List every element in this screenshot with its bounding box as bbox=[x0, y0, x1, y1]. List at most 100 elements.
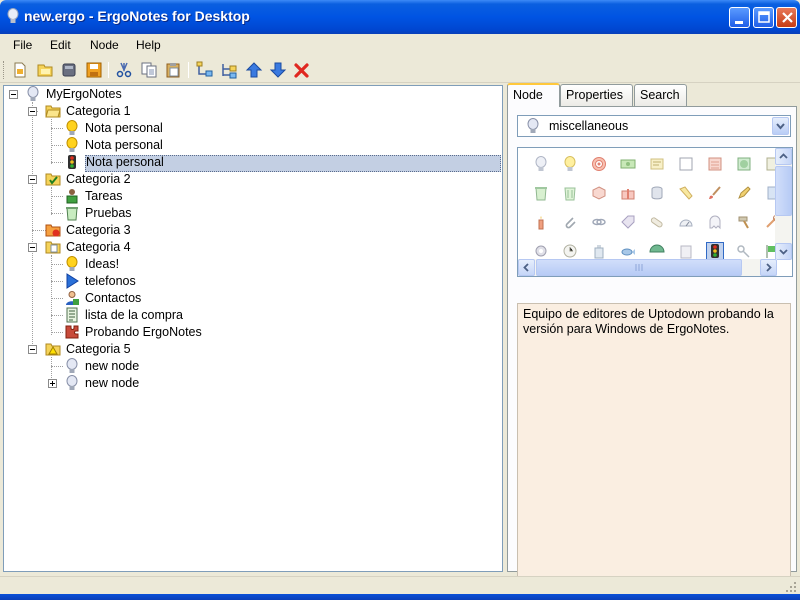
tree-connector bbox=[32, 230, 46, 231]
lightbulb-on-icon[interactable] bbox=[562, 156, 578, 172]
tree-pane[interactable]: MyErgoNotes Categoria 1 Nota personal No… bbox=[3, 85, 503, 572]
blank-icon[interactable] bbox=[678, 156, 694, 172]
globe-icon[interactable] bbox=[736, 156, 752, 172]
tree-connector bbox=[51, 298, 63, 299]
tag-icon[interactable] bbox=[620, 214, 636, 230]
node-description-textarea[interactable]: Equipo de editores de Uptodown probando … bbox=[517, 303, 791, 585]
link-icon[interactable] bbox=[591, 214, 607, 230]
gauge-icon[interactable] bbox=[678, 214, 694, 230]
calendar-icon[interactable] bbox=[707, 156, 723, 172]
icon-picker-vertical-scrollbar[interactable] bbox=[775, 148, 792, 260]
note-icon[interactable] bbox=[649, 156, 665, 172]
toolbar-separator bbox=[188, 62, 189, 78]
expand-toggle[interactable] bbox=[48, 379, 57, 388]
add-child-node-icon[interactable] bbox=[219, 61, 237, 79]
maximize-button[interactable] bbox=[753, 7, 774, 28]
gear-icon[interactable] bbox=[533, 243, 549, 259]
key-icon[interactable] bbox=[736, 243, 752, 259]
bottle-icon[interactable] bbox=[591, 243, 607, 259]
scroll-up-button[interactable] bbox=[775, 148, 792, 165]
umbrella-icon[interactable] bbox=[649, 243, 665, 259]
window-bottom-border bbox=[0, 594, 800, 600]
brush-icon[interactable] bbox=[707, 185, 723, 201]
scroll-right-button[interactable] bbox=[760, 259, 777, 276]
tree-connector bbox=[51, 255, 52, 335]
menu-node[interactable]: Node bbox=[90, 38, 119, 52]
paper-icon[interactable] bbox=[678, 243, 694, 259]
money-icon[interactable] bbox=[620, 156, 636, 172]
minimize-button[interactable] bbox=[729, 7, 750, 28]
traffic-light-icon[interactable] bbox=[706, 242, 724, 260]
traffic-light-icon bbox=[68, 155, 76, 169]
tree-connector bbox=[51, 281, 63, 282]
resize-grip-icon[interactable] bbox=[785, 581, 797, 593]
gift-icon[interactable] bbox=[620, 185, 636, 201]
tree-connector bbox=[51, 264, 63, 265]
pencil-icon[interactable] bbox=[736, 185, 752, 201]
flashlight-icon[interactable] bbox=[678, 185, 694, 201]
dropdown-button[interactable] bbox=[772, 117, 789, 135]
open-file-icon[interactable] bbox=[36, 61, 54, 79]
tree-connector bbox=[51, 145, 63, 146]
database-icon[interactable] bbox=[649, 185, 665, 201]
hammer-icon[interactable] bbox=[736, 214, 752, 230]
collapse-toggle[interactable] bbox=[9, 90, 18, 99]
lightbulb-off-icon[interactable] bbox=[533, 156, 549, 172]
tree-connector bbox=[51, 119, 52, 164]
collapse-toggle[interactable] bbox=[28, 345, 37, 354]
tab-search[interactable]: Search bbox=[634, 84, 687, 106]
tree-connector bbox=[51, 196, 63, 197]
tasks-icon bbox=[66, 189, 78, 204]
icon-category-select[interactable]: miscellaneous bbox=[517, 115, 791, 137]
lightbulb-icon bbox=[66, 375, 78, 390]
package-icon[interactable] bbox=[591, 185, 607, 201]
toolbar-grip[interactable] bbox=[3, 61, 6, 79]
trash-full-icon[interactable] bbox=[562, 185, 578, 201]
tab-properties[interactable]: Properties bbox=[560, 84, 633, 106]
bandage-icon[interactable] bbox=[649, 214, 665, 230]
scroll-left-button[interactable] bbox=[518, 259, 535, 276]
save-icon[interactable] bbox=[85, 61, 103, 79]
collapse-toggle[interactable] bbox=[28, 175, 37, 184]
menu-help[interactable]: Help bbox=[136, 38, 161, 52]
scroll-down-button[interactable] bbox=[775, 243, 792, 260]
node-tab-content: miscellaneous Equipo de editores de Upto… bbox=[507, 106, 797, 585]
move-up-icon[interactable] bbox=[245, 61, 263, 79]
tab-node[interactable]: Node bbox=[507, 83, 560, 107]
ghost-icon[interactable] bbox=[707, 214, 723, 230]
copy-icon[interactable] bbox=[140, 61, 158, 79]
chevron-left-icon bbox=[523, 263, 529, 272]
candle-icon[interactable] bbox=[533, 214, 549, 230]
lightbulb-icon bbox=[66, 358, 78, 373]
menu-file[interactable]: File bbox=[13, 38, 32, 52]
icon-picker-horizontal-scrollbar[interactable] bbox=[518, 259, 777, 276]
scroll-thumb[interactable] bbox=[775, 166, 792, 216]
toolbar bbox=[0, 57, 800, 83]
toolbar-separator bbox=[108, 62, 109, 78]
status-bar bbox=[0, 576, 800, 594]
icon-picker[interactable] bbox=[517, 147, 793, 277]
tree-connector bbox=[51, 366, 63, 367]
recycle-bin-icon[interactable] bbox=[533, 185, 549, 201]
clock-icon[interactable] bbox=[562, 243, 578, 259]
menu-edit[interactable]: Edit bbox=[50, 38, 71, 52]
scroll-thumb[interactable] bbox=[536, 259, 742, 276]
window-title: new.ergo - ErgoNotes for Desktop bbox=[24, 8, 250, 24]
collapse-toggle[interactable] bbox=[28, 243, 37, 252]
add-node-icon[interactable] bbox=[195, 61, 213, 79]
delete-icon[interactable] bbox=[293, 61, 311, 79]
close-file-icon[interactable] bbox=[60, 61, 78, 79]
collapse-toggle[interactable] bbox=[28, 107, 37, 116]
list-icon bbox=[66, 307, 78, 323]
paperclip-icon[interactable] bbox=[562, 214, 578, 230]
tree-connector bbox=[51, 332, 63, 333]
cut-icon[interactable] bbox=[115, 61, 133, 79]
close-button[interactable] bbox=[776, 7, 797, 28]
trash-icon bbox=[66, 207, 78, 221]
new-file-icon[interactable] bbox=[11, 61, 29, 79]
paste-icon[interactable] bbox=[164, 61, 182, 79]
lightbulb-icon bbox=[66, 256, 78, 271]
target-icon[interactable] bbox=[591, 156, 607, 172]
move-down-icon[interactable] bbox=[269, 61, 287, 79]
fish-icon[interactable] bbox=[620, 243, 636, 259]
